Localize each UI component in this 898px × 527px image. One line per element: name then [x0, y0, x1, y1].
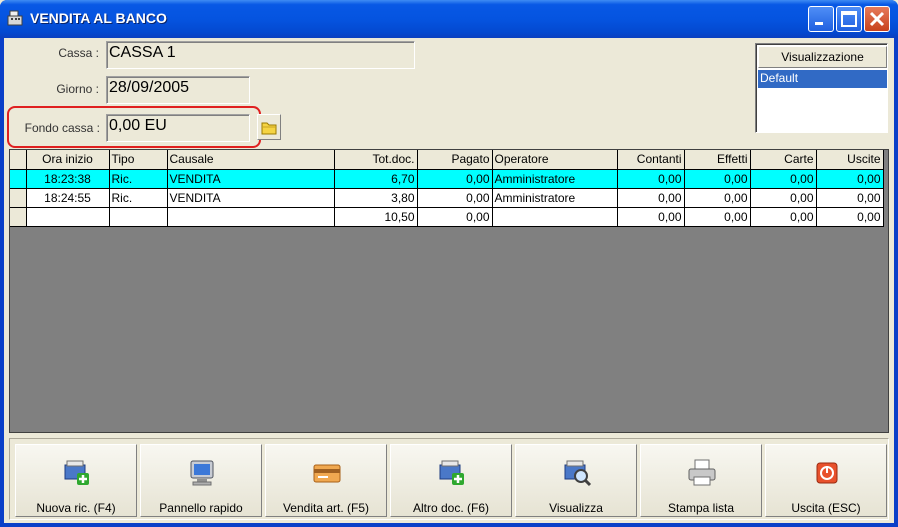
- cell-uscite: 0,00: [816, 188, 884, 208]
- receipts-table: Ora inizio Tipo Causale Tot.doc. Pagato …: [10, 150, 884, 227]
- column-header-tot-doc[interactable]: Tot.doc.: [334, 150, 418, 170]
- nuova-ricevuta-label: Nuova ric. (F4): [36, 501, 116, 515]
- minimize-button[interactable]: [808, 6, 834, 32]
- column-header-effetti[interactable]: Effetti: [684, 150, 751, 170]
- cell-causale: VENDITA: [167, 188, 335, 208]
- title-bar[interactable]: VENDITA AL BANCO: [0, 0, 898, 38]
- cell-uscite: 0,00: [816, 169, 884, 189]
- minimize-icon: [815, 22, 823, 25]
- cell-carte: 0,00: [750, 188, 817, 208]
- action-button-bar: Nuova ric. (F4) Pannello rapido Vendita …: [9, 438, 889, 520]
- total-uscite: 0,00: [816, 207, 884, 227]
- total-causale: [167, 207, 335, 227]
- cell-tipo: Ric.: [109, 188, 168, 208]
- column-header-pagato[interactable]: Pagato: [417, 150, 493, 170]
- row-indicator: [10, 169, 27, 189]
- total-ora-inizio: [26, 207, 110, 227]
- row-indicator-header: [10, 150, 27, 170]
- stampa-lista-label: Stampa lista: [667, 501, 735, 515]
- cell-ora-inizio: 18:23:38: [26, 169, 110, 189]
- uscita-button[interactable]: Uscita (ESC): [765, 444, 887, 517]
- cash-register-icon: [7, 10, 23, 26]
- total-effetti: 0,00: [684, 207, 751, 227]
- new-document-icon: [439, 460, 464, 485]
- visualizza-button[interactable]: Visualizza: [515, 444, 637, 517]
- column-header-operatore[interactable]: Operatore: [492, 150, 618, 170]
- cell-tot-doc: 6,70: [334, 169, 418, 189]
- close-icon: [869, 11, 885, 27]
- total-contanti: 0,00: [617, 207, 685, 227]
- card-icon: [313, 464, 341, 483]
- nuova-ricevuta-button[interactable]: Nuova ric. (F4): [15, 444, 137, 517]
- cell-tipo: Ric.: [109, 169, 168, 189]
- column-header-uscite[interactable]: Uscite: [816, 150, 884, 170]
- cell-operatore: Amministratore: [492, 188, 618, 208]
- row-indicator: [10, 188, 27, 208]
- folder-icon: [261, 122, 277, 135]
- window-title: VENDITA AL BANCO: [30, 10, 167, 26]
- view-icon: [564, 460, 592, 487]
- pannello-rapido-button[interactable]: Pannello rapido: [140, 444, 262, 517]
- cassa-label: Cassa :: [58, 46, 99, 60]
- table-header-row: Ora inizio Tipo Causale Tot.doc. Pagato …: [10, 150, 884, 170]
- total-tot-doc: 10,50: [334, 207, 418, 227]
- cell-pagato: 0,00: [417, 169, 493, 189]
- cell-ora-inizio: 18:24:55: [26, 188, 110, 208]
- total-operatore: [492, 207, 618, 227]
- totals-row: 10,50 0,00 0,00 0,00 0,00 0,00: [10, 207, 884, 227]
- giorno-field[interactable]: 28/09/2005: [106, 76, 250, 104]
- cell-effetti: 0,00: [684, 169, 751, 189]
- altro-documento-button[interactable]: Altro doc. (F6): [390, 444, 512, 517]
- column-header-tipo[interactable]: Tipo: [109, 150, 168, 170]
- uscita-label: Uscita (ESC): [791, 501, 861, 515]
- client-area: Cassa : CASSA 1 Giorno : 28/09/2005 Fond…: [4, 38, 894, 523]
- vendita-articoli-label: Vendita art. (F5): [282, 501, 370, 515]
- fondo-cassa-label: Fondo cassa :: [24, 121, 100, 135]
- table-row[interactable]: 18:23:38 Ric. VENDITA 6,70 0,00 Amminist…: [10, 169, 884, 189]
- cell-effetti: 0,00: [684, 188, 751, 208]
- giorno-label: Giorno :: [56, 82, 99, 96]
- table-row[interactable]: 18:24:55 Ric. VENDITA 3,80 0,00 Amminist…: [10, 188, 884, 208]
- receipts-grid[interactable]: Ora inizio Tipo Causale Tot.doc. Pagato …: [9, 149, 889, 433]
- maximize-icon: [841, 11, 857, 27]
- new-receipt-icon: [64, 460, 89, 485]
- visualizza-label: Visualizza: [549, 501, 603, 515]
- close-button[interactable]: [864, 6, 890, 32]
- altro-documento-label: Altro doc. (F6): [412, 501, 490, 515]
- total-tipo: [109, 207, 168, 227]
- stampa-lista-button[interactable]: Stampa lista: [640, 444, 762, 517]
- column-header-carte[interactable]: Carte: [750, 150, 817, 170]
- pannello-rapido-label: Pannello rapido: [159, 501, 243, 515]
- printer-icon: [688, 459, 716, 486]
- column-header-causale[interactable]: Causale: [167, 150, 335, 170]
- fondo-cassa-field[interactable]: 0,00 EU: [106, 114, 250, 142]
- cell-pagato: 0,00: [417, 188, 493, 208]
- vendita-articoli-button[interactable]: Vendita art. (F5): [265, 444, 387, 517]
- monitor-icon: [190, 460, 214, 486]
- visualizzazione-list[interactable]: Visualizzazione Default: [755, 43, 888, 133]
- fondo-cassa-browse-button[interactable]: [257, 114, 281, 140]
- exit-icon: [816, 462, 838, 484]
- cassa-field[interactable]: CASSA 1: [106, 41, 415, 69]
- visualizzazione-header: Visualizzazione: [758, 46, 887, 68]
- total-carte: 0,00: [750, 207, 817, 227]
- cell-carte: 0,00: [750, 169, 817, 189]
- cell-contanti: 0,00: [617, 169, 685, 189]
- column-header-contanti[interactable]: Contanti: [617, 150, 685, 170]
- column-header-ora-inizio[interactable]: Ora inizio: [26, 150, 110, 170]
- application-window: VENDITA AL BANCO Cassa : CASSA 1 Giorno …: [0, 0, 898, 527]
- cell-tot-doc: 3,80: [334, 188, 418, 208]
- row-indicator: [10, 207, 27, 227]
- cell-operatore: Amministratore: [492, 169, 618, 189]
- maximize-button[interactable]: [836, 6, 862, 32]
- total-pagato: 0,00: [417, 207, 493, 227]
- cell-causale: VENDITA: [167, 169, 335, 189]
- cell-contanti: 0,00: [617, 188, 685, 208]
- visualizzazione-item-default[interactable]: Default: [758, 70, 887, 88]
